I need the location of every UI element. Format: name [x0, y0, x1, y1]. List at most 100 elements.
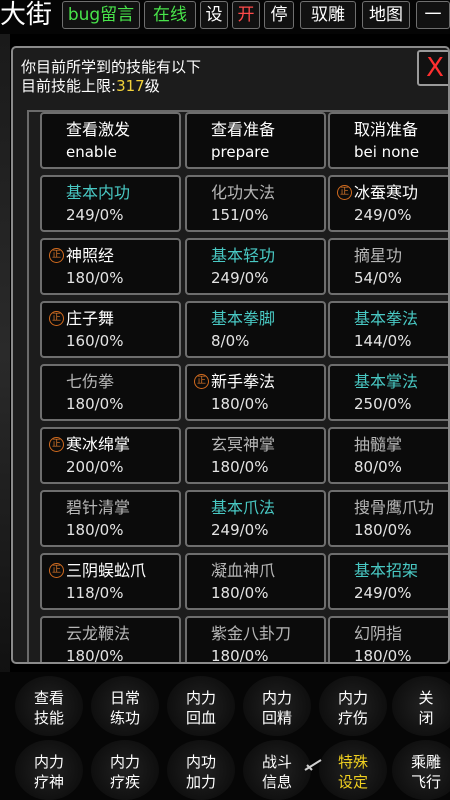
skill-level: 180/0% [66, 269, 124, 287]
skill-name: 幻阴指 [354, 624, 403, 643]
menu-heal-spirit-button[interactable]: 内力 疗神 [15, 740, 83, 800]
command-label: 取消准备 [354, 120, 419, 139]
skill-level: 80/0% [354, 458, 402, 476]
skill-level: 200/0% [66, 458, 124, 476]
menu-special-settings-button[interactable]: 特殊 设定 [319, 740, 387, 800]
skill-name: 基本爪法 [211, 498, 276, 517]
skill-level: 249/0% [211, 521, 269, 539]
menu-battle-info-button[interactable]: 战斗 信息 [243, 740, 311, 800]
skill-level: 54/0% [354, 269, 402, 287]
menu-recover-essence-button[interactable]: 内力 回精 [243, 676, 311, 736]
skill-cell[interactable]: 正冰蚕寒功 249/0% [328, 175, 448, 232]
menu-heal-wounds-button[interactable]: 内力 疗伤 [319, 676, 387, 736]
command-cancel-prepare-button[interactable]: 取消准备 bei none [328, 112, 448, 169]
skill-level: 160/0% [66, 332, 124, 350]
skill-level: 249/0% [354, 584, 412, 602]
skill-name: 玄冥神掌 [211, 435, 276, 454]
skill-cell[interactable]: 正神照经 180/0% [40, 238, 181, 295]
skill-cell[interactable]: 正庄子舞 160/0% [40, 301, 181, 358]
skill-cell[interactable]: 抽髓掌 80/0% [328, 427, 448, 484]
command-enable-button[interactable]: 查看激发 enable [40, 112, 181, 169]
close-icon: X [426, 53, 444, 83]
skill-name: 七伤拳 [66, 372, 115, 391]
skill-name: 基本掌法 [354, 372, 419, 391]
settings-button[interactable]: 设 [200, 1, 228, 29]
skill-cell[interactable]: 基本内功 249/0% [40, 175, 181, 232]
menu-label-1: 日常 [109, 689, 140, 707]
command-label: 查看准备 [211, 120, 276, 139]
skill-cell[interactable]: 基本爪法 249/0% [185, 490, 326, 547]
skill-cell[interactable]: 幻阴指 180/0% [328, 616, 448, 662]
skill-cell[interactable]: 七伤拳 180/0% [40, 364, 181, 421]
skill-cell[interactable]: 正新手拳法 180/0% [185, 364, 326, 421]
stop-button[interactable]: 停 [264, 1, 294, 29]
skill-level: 249/0% [66, 206, 124, 224]
skill-name: 搜骨鹰爪功 [354, 498, 435, 517]
skill-level: 250/0% [354, 395, 412, 413]
skill-cell[interactable]: 搜骨鹰爪功 180/0% [328, 490, 448, 547]
command-prepare-button[interactable]: 查看准备 prepare [185, 112, 326, 169]
skill-name: 寒冰绵掌 [66, 435, 131, 454]
close-button[interactable]: X [417, 50, 448, 86]
command-code: bei none [354, 143, 420, 161]
location-title: 大街 [0, 0, 53, 30]
skill-name: 新手拳法 [211, 372, 276, 391]
skill-cell[interactable]: 化功大法 151/0% [185, 175, 326, 232]
skill-name: 基本内功 [66, 183, 131, 202]
skill-cell[interactable]: 正寒冰绵掌 200/0% [40, 427, 181, 484]
skill-cell[interactable]: 基本轻功 249/0% [185, 238, 326, 295]
menu-label-2: 闭 [418, 709, 434, 727]
skill-name: 紫金八卦刀 [211, 624, 292, 643]
skill-cell[interactable]: 基本招架 249/0% [328, 553, 448, 610]
bug-report-button[interactable]: bug留言 [62, 1, 140, 29]
skill-name: 庄子舞 [66, 309, 115, 328]
skill-cell[interactable]: 云龙鞭法 180/0% [40, 616, 181, 664]
skill-level: 180/0% [66, 521, 124, 539]
menu-heal-illness-button[interactable]: 内力 疗疾 [91, 740, 159, 800]
menu-power-boost-button[interactable]: 内功 加力 [167, 740, 235, 800]
skill-name: 基本招架 [354, 561, 419, 580]
skill-cell[interactable]: 基本掌法 250/0% [328, 364, 448, 421]
skill-cell[interactable]: 玄冥神掌 180/0% [185, 427, 326, 484]
skill-cell[interactable]: 正三阴蜈蚣爪 118/0% [40, 553, 181, 610]
online-button[interactable]: 在线 [144, 1, 196, 29]
menu-label-2: 信息 [261, 773, 292, 791]
map-button[interactable]: 地图 [362, 1, 410, 29]
menu-recover-hp-button[interactable]: 内力 回血 [167, 676, 235, 736]
sword-icon [304, 759, 322, 771]
menu-label-2: 设定 [337, 773, 368, 791]
menu-label-2: 技能 [33, 709, 64, 727]
skill-limit-line: 目前技能上限:317级 [21, 77, 201, 96]
skill-limit-label: 目前技能上限: [21, 77, 117, 95]
skills-intro-text: 你目前所学到的技能有以下 [21, 58, 202, 76]
menu-button[interactable]: 一 [416, 1, 450, 29]
skill-name: 化功大法 [211, 183, 276, 202]
menu-daily-training-button[interactable]: 日常 练功 [91, 676, 159, 736]
menu-label-1: 关 [418, 689, 434, 707]
start-button[interactable]: 开 [232, 1, 260, 29]
skill-cell[interactable]: 凝血神爪 180/0% [185, 553, 326, 610]
menu-label-1: 特殊 [337, 753, 368, 771]
skill-name: 云龙鞭法 [66, 624, 131, 643]
skill-limit-value: 317 [116, 77, 145, 95]
menu-label-1: 查看 [33, 689, 64, 707]
skill-cell[interactable]: 基本拳法 144/0% [328, 301, 448, 358]
skill-cell[interactable]: 碧针清掌 180/0% [40, 490, 181, 547]
menu-label-1: 乘雕 [410, 753, 441, 771]
menu-eagle-flight-button[interactable]: 乘雕 飞行 [392, 740, 450, 800]
skill-cell[interactable]: 摘星功 54/0% [328, 238, 448, 295]
menu-label-2: 疗神 [33, 773, 64, 791]
menu-view-skills-button[interactable]: 查看 技能 [15, 676, 83, 736]
skill-cell[interactable]: 基本拳脚 8/0% [185, 301, 326, 358]
ride-eagle-button[interactable]: 驭雕 [300, 1, 356, 29]
skill-level: 180/0% [66, 647, 124, 664]
menu-label-2: 疗疾 [109, 773, 140, 791]
skills-panel: 你目前所学到的技能有以下 目前技能上限:317级 X 查看激发 enable 查… [11, 46, 450, 664]
skill-name: 基本拳法 [354, 309, 419, 328]
menu-label-1: 内力 [185, 689, 216, 707]
skills-header: 你目前所学到的技能有以下 目前技能上限:317级 [21, 58, 201, 96]
skill-cell[interactable]: 紫金八卦刀 180/0% [185, 616, 326, 662]
menu-close-button[interactable]: 关闭 [392, 676, 450, 736]
menu-label-2: 回血 [185, 709, 216, 727]
menu-label-2: 回精 [261, 709, 292, 727]
